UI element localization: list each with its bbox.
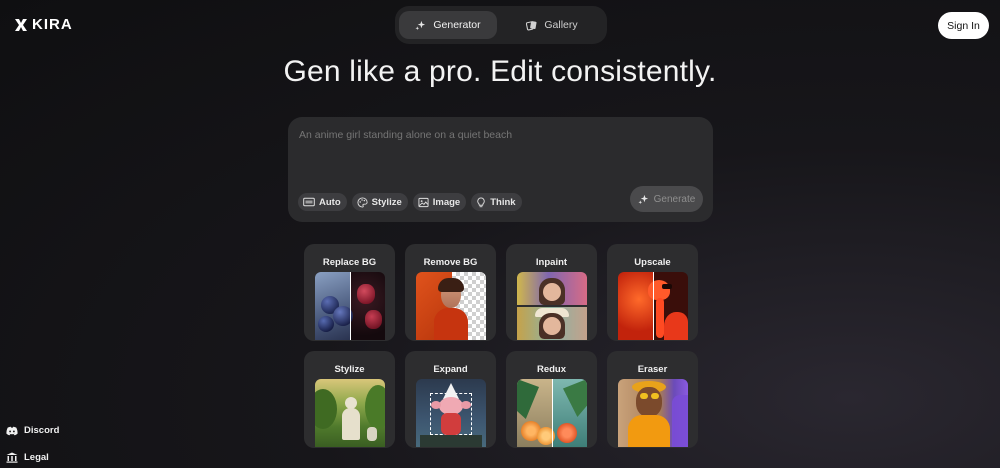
page-title: Gen like a pro. Edit consistently. <box>283 55 717 88</box>
tool-label: Expand <box>433 364 468 375</box>
building-icon <box>6 452 18 463</box>
brand-name: KIRA <box>32 16 73 33</box>
tool-thumbnail <box>517 379 587 447</box>
sparkle-icon <box>415 20 426 30</box>
tab-generator-label: Generator <box>433 19 481 31</box>
tool-label: Stylize <box>334 364 365 375</box>
tool-thumbnail <box>618 272 688 340</box>
bulb-icon <box>477 196 485 207</box>
palette-icon <box>357 196 368 208</box>
compare-divider <box>653 272 654 340</box>
tool-thumbnail <box>416 272 486 340</box>
tool-card-stylize[interactable]: Stylize <box>304 351 395 448</box>
chip-think[interactable]: Think <box>471 193 522 211</box>
legal-label: Legal <box>24 452 49 463</box>
kira-logo-icon <box>15 18 27 31</box>
chip-stylize[interactable]: Stylize <box>351 193 408 211</box>
prompt-composer: Auto Stylize Image Think <box>288 117 713 222</box>
tool-label: Redux <box>536 364 567 375</box>
tab-gallery-label: Gallery <box>544 19 578 31</box>
mode-switcher: Generator Gallery <box>395 6 607 44</box>
chip-stylize-label: Stylize <box>371 196 402 208</box>
sign-in-button[interactable]: Sign In <box>938 12 989 39</box>
generate-label: Generate <box>653 193 696 205</box>
tool-thumbnail <box>416 379 486 447</box>
tool-card-remove-bg[interactable]: Remove BG <box>405 244 496 341</box>
generate-button[interactable]: Generate <box>630 186 703 212</box>
chip-auto-label: Auto <box>319 196 341 208</box>
tool-card-upscale[interactable]: Upscale <box>607 244 698 341</box>
tool-card-replace-bg[interactable]: Replace BG <box>304 244 395 341</box>
cards-icon <box>526 20 537 30</box>
tool-thumbnail <box>517 272 587 340</box>
tool-card-inpaint[interactable]: Inpaint <box>506 244 597 341</box>
tool-label: Remove BG <box>423 257 478 268</box>
tool-label: Replace BG <box>322 257 377 268</box>
tool-card-eraser[interactable]: Eraser <box>607 351 698 448</box>
chip-auto[interactable]: Auto <box>298 193 347 211</box>
sparkle-icon <box>638 194 648 204</box>
tab-gallery[interactable]: Gallery <box>501 11 603 39</box>
discord-icon <box>6 426 18 435</box>
tool-thumbnail <box>618 379 688 447</box>
tool-thumbnail <box>315 272 385 340</box>
compare-divider <box>552 379 553 447</box>
discord-label: Discord <box>24 425 60 436</box>
tool-thumbnail <box>315 379 385 447</box>
brand-logo[interactable]: KIRA <box>14 16 73 33</box>
tool-label: Upscale <box>634 257 671 268</box>
image-icon <box>418 197 429 207</box>
tab-generator[interactable]: Generator <box>399 11 497 39</box>
tool-card-redux[interactable]: Redux <box>506 351 597 448</box>
tools-grid: Replace BG Remove BG Inpaint Upscale Sty… <box>304 244 698 448</box>
ratio-icon <box>303 197 315 207</box>
compare-divider <box>350 272 351 340</box>
chip-image-label: Image <box>432 196 461 208</box>
tool-label: Inpaint <box>535 257 568 268</box>
chip-think-label: Think <box>490 196 516 208</box>
tool-label: Eraser <box>637 364 668 375</box>
legal-link[interactable]: Legal <box>6 452 49 463</box>
chip-image[interactable]: Image <box>412 193 467 211</box>
tool-card-expand[interactable]: Expand <box>405 351 496 448</box>
discord-link[interactable]: Discord <box>6 425 59 436</box>
prompt-input[interactable] <box>299 129 699 141</box>
prompt-options: Auto Stylize Image Think <box>298 193 522 211</box>
